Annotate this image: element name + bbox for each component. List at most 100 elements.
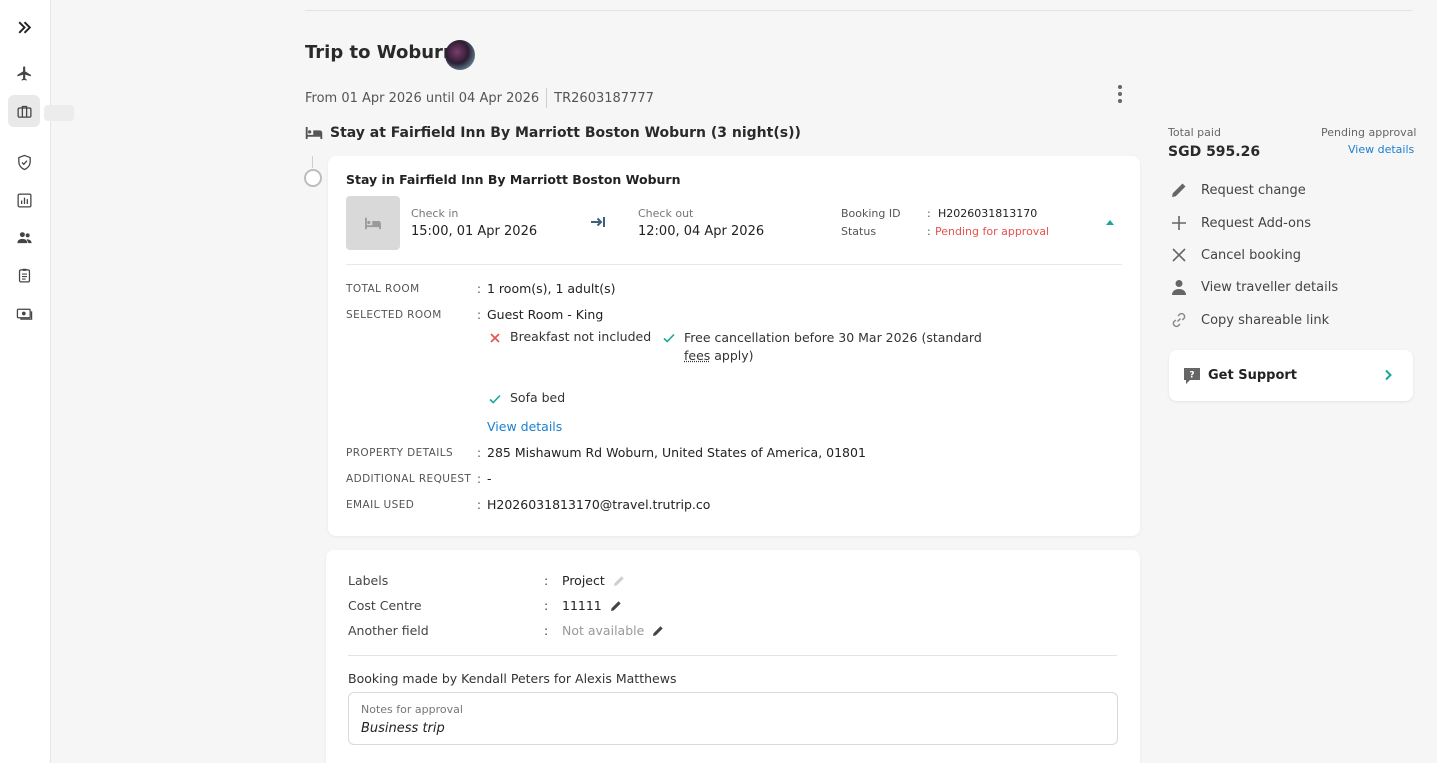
edit-cost-centre-icon[interactable] [610,600,622,612]
top-divider [305,10,1412,11]
breakfast-feature: Breakfast not included [488,329,651,345]
colon: : [477,498,482,512]
trip-reference: TR2603187777 [554,90,654,106]
status-label: Status [841,225,877,238]
close-icon [1172,248,1186,262]
check-out-value: 12:00, 04 Apr 2026 [638,224,765,239]
view-traveller-action[interactable]: View traveller details [1170,278,1338,296]
request-addons-label: Request Add-ons [1201,215,1312,231]
traveller-avatar[interactable] [445,40,475,70]
collapse-caret-icon[interactable] [1106,220,1114,225]
labels-label: Labels [348,573,389,588]
additional-request-label: ADDITIONAL REQUEST [346,473,472,485]
sidebar [0,0,74,763]
policies-icon[interactable] [8,259,40,291]
total-paid-label: Total paid [1168,126,1221,139]
fees-link[interactable]: fees [684,348,710,363]
pending-approval-label: Pending approval [1321,126,1417,139]
colon: : [544,598,549,613]
get-support-label: Get Support [1208,368,1298,383]
expand-sidebar-icon[interactable] [8,11,40,43]
bed-icon [365,217,381,229]
stay-heading: Stay at Fairfield Inn By Marriott Boston… [305,125,801,141]
support-icon: ? [1184,368,1200,384]
trips-icon[interactable] [8,95,40,127]
cost-centre-value: 11111 [562,598,602,613]
hotel-thumbnail [346,196,400,250]
cost-centre-field: 11111 [562,598,622,613]
booking-fields-card: Labels : Project Cost Centre : 11111 Ano… [326,550,1140,763]
pencil-icon [1172,183,1186,197]
total-paid-amount: SGD 595.26 [1168,144,1261,160]
check-in-label: Check in [411,207,459,220]
view-traveller-label: View traveller details [1201,279,1339,295]
sidebar-tooltip [44,105,74,121]
cross-icon [490,333,500,343]
selected-room-value: Guest Room - King [487,307,604,322]
cost-centre-label: Cost Centre [348,598,422,613]
property-details-value: 285 Mishawum Rd Woburn, United States of… [487,445,866,460]
timeline-dot [304,169,322,187]
notes-label: Notes for approval [361,703,463,716]
fields-divider [348,655,1117,656]
email-used-value: H2026031813170@travel.trutrip.co [487,497,711,512]
cancellation-feature: Free cancellation before 30 Mar 2026 (st… [662,329,1002,365]
booking-id-value: H2026031813170 [938,207,1038,220]
sofa-text: Sofa bed [510,390,566,405]
email-used-label: EMAIL USED [346,499,415,511]
trip-dates: From 01 Apr 2026 until 04 Apr 2026 [305,90,540,106]
card-divider [346,264,1122,265]
request-change-label: Request change [1201,182,1306,198]
another-field-value: Not available [562,623,645,638]
selected-room-label: SELECTED ROOM [346,309,442,321]
check-out-label: Check out [638,207,694,220]
timeline-line [312,156,313,168]
trip-title: Trip to Woburn [305,42,456,63]
breakfast-text: Breakfast not included [510,329,652,344]
flights-icon[interactable] [8,57,40,89]
colon: : [544,573,549,588]
labels-field: Project [562,573,625,588]
request-change-action[interactable]: Request change [1170,181,1306,199]
cancel-booking-action[interactable]: Cancel booking [1170,246,1301,264]
stay-card: Stay in Fairfield Inn By Marriott Boston… [328,156,1140,536]
booking-id-label: Booking ID [841,207,901,220]
colon: : [477,308,482,322]
view-room-details-link[interactable]: View details [487,419,562,434]
total-room-label: TOTAL ROOM [346,283,420,295]
copy-link-label: Copy shareable link [1201,312,1330,328]
request-addons-action[interactable]: Request Add-ons [1170,214,1311,232]
another-field-label: Another field [348,623,429,638]
trip-meta: From 01 Apr 2026 until 04 Apr 2026 TR260… [305,88,654,108]
view-payment-details-link[interactable]: View details [1348,143,1414,156]
colon: : [544,623,549,638]
booking-made-by: Booking made by Kendall Peters for Alexi… [348,671,677,686]
edit-labels-icon[interactable] [613,575,625,587]
copy-link-action[interactable]: Copy shareable link [1170,311,1329,329]
reports-icon[interactable] [8,184,40,216]
sofa-feature: Sofa bed [488,390,565,406]
check-icon [663,333,675,343]
stay-card-title: Stay in Fairfield Inn By Marriott Boston… [346,172,681,187]
plus-icon [1172,216,1186,230]
bed-icon [305,127,323,139]
colon: : [927,225,931,238]
another-field: Not available [562,623,664,638]
person-icon [1172,280,1186,295]
approvals-icon[interactable] [8,146,40,178]
colon: : [477,282,482,296]
check-icon [489,394,501,404]
cancellation-text: Free cancellation before 30 Mar 2026 (st… [684,330,982,363]
total-room-value: 1 room(s), 1 adult(s) [487,281,616,296]
notes-value: Business trip [361,721,445,736]
colon: : [477,446,482,460]
more-options-icon[interactable] [1110,84,1130,104]
edit-another-field-icon[interactable] [652,625,664,637]
people-icon[interactable] [8,221,40,253]
stay-heading-text: Stay at Fairfield Inn By Marriott Boston… [330,125,801,141]
additional-request-value: - [487,471,492,486]
link-icon [1172,312,1186,328]
get-support-card[interactable]: ? Get Support [1169,350,1413,401]
billing-icon[interactable] [8,297,40,329]
notes-for-approval: Notes for approval Business trip [348,692,1118,745]
